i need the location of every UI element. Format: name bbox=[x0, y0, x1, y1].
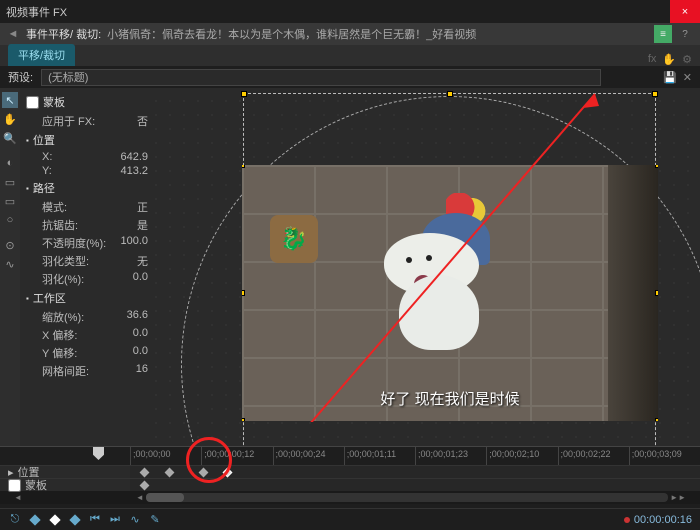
handle-vid-br[interactable] bbox=[655, 418, 658, 421]
prop-row[interactable]: X 偏移:0.0 bbox=[20, 326, 155, 344]
back-icon[interactable]: ◄ bbox=[6, 27, 20, 41]
add-keyframe-icon[interactable] bbox=[48, 513, 62, 527]
effect-name: 事件平移/ 裁切: bbox=[26, 26, 101, 42]
handle-tr[interactable] bbox=[652, 91, 658, 97]
keyframe[interactable] bbox=[140, 481, 150, 491]
fx-icon[interactable]: fx bbox=[648, 53, 657, 66]
track-position[interactable]: ▸位置 bbox=[0, 465, 700, 478]
prop-group-position[interactable]: ▪位置 bbox=[20, 130, 155, 150]
main-area: ↖ ✋ 🔍 ◐ ▭ ▭ ○ ⊙ ∿ 蒙板 应用于 FX:否 ▪位置 X:642.… bbox=[0, 88, 700, 446]
dragon-sign: 🐉 bbox=[270, 215, 318, 263]
breadcrumb-row: ◄ 事件平移/ 裁切: 小猪佩奇：佩奇去看龙！本以为是个木偶，谁料居然是个巨无霸… bbox=[0, 23, 700, 45]
keyframe[interactable] bbox=[140, 468, 150, 478]
next-keyframe-icon[interactable] bbox=[68, 513, 82, 527]
prop-group-workarea[interactable]: ▪工作区 bbox=[20, 288, 155, 308]
handle-tl[interactable] bbox=[241, 91, 247, 97]
tool-circle[interactable]: ○ bbox=[2, 212, 18, 228]
prop-group-path[interactable]: ▪路径 bbox=[20, 178, 155, 198]
timeline: ;00;00;00 ;00;00;00;12 ;00;00;00;24 ;00;… bbox=[0, 446, 700, 508]
close-button[interactable]: × bbox=[670, 0, 700, 23]
prev-keyframe-icon[interactable] bbox=[28, 513, 42, 527]
prop-row[interactable]: 模式:正 bbox=[20, 198, 155, 216]
clip-path: 小猪佩奇：佩奇去看龙！本以为是个木偶，谁料居然是个巨无霸！_好看视频 bbox=[107, 26, 476, 42]
record-dot-icon bbox=[624, 517, 630, 523]
playhead[interactable] bbox=[93, 447, 104, 460]
close-icon: × bbox=[682, 6, 688, 18]
prop-row[interactable]: 抗锯齿:是 bbox=[20, 216, 155, 234]
prop-row[interactable]: Y:413.2 bbox=[20, 164, 155, 178]
sync-cursor-icon[interactable]: ⎋ bbox=[8, 513, 22, 527]
preset-dropdown[interactable]: (无标题) bbox=[41, 69, 601, 86]
mask-checkbox[interactable] bbox=[26, 96, 39, 109]
title-bar: 视频事件 FX × bbox=[0, 0, 700, 23]
timeline-scrollbar[interactable]: ◄◄ ►► bbox=[0, 491, 700, 504]
subtitle: 好了 现在我们是时候 bbox=[242, 388, 658, 409]
settings-icon[interactable]: ⚙ bbox=[682, 53, 692, 66]
prop-row[interactable]: 羽化(%):0.0 bbox=[20, 270, 155, 288]
prop-row[interactable]: Y 偏移:0.0 bbox=[20, 344, 155, 362]
handle-vid-mr[interactable] bbox=[655, 290, 658, 296]
handle-vid-bl[interactable] bbox=[242, 418, 245, 421]
curve-editor-icon[interactable]: ∿ bbox=[128, 513, 142, 527]
bottom-toolbar: ⎋ ⏮ ⏭ ∿ ✎ 00:00:00:16 bbox=[0, 508, 700, 530]
toolbar: ↖ ✋ 🔍 ◐ ▭ ▭ ○ ⊙ ∿ bbox=[0, 88, 20, 446]
knight-character bbox=[374, 205, 504, 355]
track-mask-checkbox[interactable] bbox=[8, 479, 21, 492]
tool-rect2[interactable]: ▭ bbox=[2, 193, 18, 209]
hand-icon[interactable]: ✋ bbox=[662, 53, 676, 66]
window-title: 视频事件 FX bbox=[6, 4, 67, 20]
tool-toggle[interactable]: ◐ bbox=[2, 155, 18, 171]
tool-magnet[interactable]: ⊙ bbox=[2, 237, 18, 253]
canvas[interactable]: 🐉 好了 现在我们是时候 bbox=[155, 88, 700, 446]
subtab-row: 平移/裁切 fx ✋ ⚙ bbox=[0, 45, 700, 66]
prop-row[interactable]: 羽化类型:无 bbox=[20, 252, 155, 270]
tool-curve[interactable]: ∿ bbox=[2, 256, 18, 272]
tab-pan-crop[interactable]: 平移/裁切 bbox=[8, 44, 75, 66]
preset-label: 预设: bbox=[8, 69, 33, 85]
first-keyframe-icon[interactable]: ⏮ bbox=[88, 513, 102, 527]
handle-vid-tr[interactable] bbox=[655, 165, 658, 168]
tool-hand[interactable]: ✋ bbox=[2, 111, 18, 127]
handle-vid-tl[interactable] bbox=[242, 165, 245, 168]
prop-row[interactable]: 不透明度(%):100.0 bbox=[20, 234, 155, 252]
keyframe[interactable] bbox=[165, 468, 175, 478]
scrollbar-thumb[interactable] bbox=[146, 493, 184, 502]
list-icon[interactable]: ≡ bbox=[654, 25, 672, 43]
edit-icon[interactable]: ✎ bbox=[148, 513, 162, 527]
prop-row[interactable]: 缩放(%):36.6 bbox=[20, 308, 155, 326]
track-mask[interactable]: 蒙板 bbox=[0, 478, 700, 491]
prop-row[interactable]: 应用于 FX:否 bbox=[20, 112, 155, 130]
tool-pointer[interactable]: ↖ bbox=[2, 92, 18, 108]
keyframe[interactable] bbox=[199, 468, 209, 478]
properties-panel: 蒙板 应用于 FX:否 ▪位置 X:642.9 Y:413.2 ▪路径 模式:正… bbox=[20, 88, 155, 446]
handle-tc[interactable] bbox=[447, 91, 453, 97]
timeline-ruler[interactable]: ;00;00;00 ;00;00;00;12 ;00;00;00;24 ;00;… bbox=[0, 447, 700, 465]
save-preset-icon[interactable]: 💾 bbox=[663, 71, 677, 84]
help-icon[interactable]: ? bbox=[676, 25, 694, 43]
keyframe-selected[interactable] bbox=[223, 468, 233, 478]
handle-vid-ml[interactable] bbox=[242, 290, 245, 296]
tool-rect[interactable]: ▭ bbox=[2, 174, 18, 190]
prop-group-mask[interactable]: 蒙板 bbox=[20, 92, 155, 112]
prop-row[interactable]: 网格间距:16 bbox=[20, 362, 155, 380]
video-preview: 🐉 好了 现在我们是时候 bbox=[242, 165, 658, 421]
prop-row[interactable]: X:642.9 bbox=[20, 150, 155, 164]
preset-row: 预设: (无标题) 💾 ✕ bbox=[0, 66, 700, 88]
timecode-display[interactable]: 00:00:00:16 bbox=[624, 514, 692, 526]
last-keyframe-icon[interactable]: ⏭ bbox=[108, 513, 122, 527]
delete-preset-icon[interactable]: ✕ bbox=[683, 71, 692, 84]
tool-zoom[interactable]: 🔍 bbox=[2, 130, 18, 146]
